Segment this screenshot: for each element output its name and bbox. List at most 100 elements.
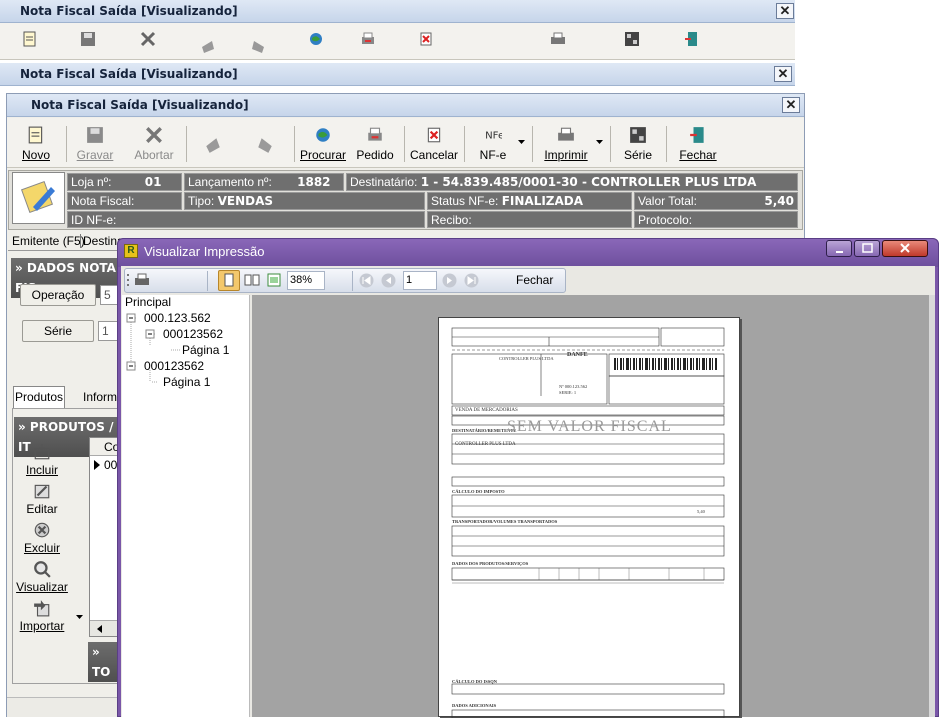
danfe-issqn-header: CÁLCULO DO ISSQN [452,679,498,684]
page-width-icon[interactable] [266,272,282,288]
tab-emitente[interactable]: Emitente (F5) [12,234,85,248]
nfe-label: NF-e [479,148,507,162]
imprimir-label: Imprimir [544,148,588,162]
print-icon[interactable] [134,272,150,288]
tab-produtos[interactable]: Produtos [13,386,65,408]
status-nfe-field: Status NF-e: FINALIZADA [427,192,632,210]
imprimir-button[interactable]: Imprimir [540,126,592,162]
pedido-button[interactable]: Pedido [352,126,398,162]
order-printer-icon [368,127,382,141]
back-window-1-close-button[interactable]: ✕ [776,3,794,19]
serie-button[interactable]: Série [618,126,658,162]
chevron-down-icon[interactable] [596,140,603,145]
last-page-icon[interactable] [464,273,479,288]
gravar-label: Gravar [76,148,114,162]
cancel-doc-icon[interactable] [418,31,434,47]
single-page-button[interactable] [218,270,240,291]
novo-label: Novo [21,148,50,162]
close-button[interactable] [882,240,928,257]
back-window-2-titlebar: Nota Fiscal Saída [Visualizando] [0,63,795,86]
excluir-button[interactable]: Excluir [10,521,74,555]
visualizar-button[interactable]: Visualizar [10,560,74,594]
danfe-page: DANFE Nº 000.123.562 SERIE: 1 CONTROLLER… [438,317,740,718]
abortar-label: Abortar [134,148,174,162]
nfe-dropdown-button[interactable]: NFe NF-e [472,126,514,162]
novo-button[interactable]: Novo [14,126,58,162]
first-page-icon[interactable] [359,273,374,288]
tree-root[interactable]: Principal [125,295,171,309]
order-printer-icon[interactable] [360,31,376,47]
toolbar-separator [294,126,295,162]
horizontal-scrollbar[interactable] [90,620,118,636]
new-document-icon[interactable] [22,31,38,47]
serie-field-button[interactable]: Série [22,320,94,342]
procurar-button[interactable]: Procurar [300,126,346,162]
exit-door-icon [690,127,704,143]
toolbar-separator [207,271,208,291]
delete-icon [34,522,50,538]
next-icon[interactable] [250,39,266,55]
incluir-button[interactable]: Incluir [10,443,74,477]
next-page-icon[interactable] [442,273,457,288]
magnifier-icon [34,561,51,578]
toolbar-separator [610,126,611,162]
svg-text:NFe: NFe [485,130,502,141]
protocolo-field: Protocolo: [634,211,798,228]
two-pages-icon[interactable] [244,272,260,288]
tree-node-2-leaf[interactable]: Página 1 [163,375,210,389]
search-globe-icon [316,128,330,142]
minimize-icon [836,251,843,253]
series-grid-icon[interactable] [624,31,640,47]
tree-node-1-leaf[interactable]: Página 1 [182,343,229,357]
maximize-button[interactable] [854,240,880,257]
preview-vertical-scrollbar[interactable] [929,295,935,717]
danfe-transportador-header: TRANSPORTADOR/VOLUMES TRANSPORTADOS [452,519,558,524]
tree-node-1[interactable]: 000.123.562 [144,311,211,325]
save-icon[interactable] [80,31,96,47]
printer-icon[interactable] [550,31,566,47]
toolbar-separator [532,126,533,162]
grip-icon [127,274,129,286]
search-globe-icon[interactable] [308,31,324,47]
operacao-button[interactable]: Operação [20,284,96,306]
back-window-2-close-button[interactable]: ✕ [774,66,792,82]
gravar-button[interactable]: Gravar [72,126,118,162]
toolbar-separator [352,271,353,291]
abortar-button[interactable]: Abortar [128,126,180,162]
previous-record-icon[interactable] [204,136,222,154]
recibo-field: Recibo: [427,211,632,228]
previous-icon[interactable] [200,39,216,55]
chevron-down-icon[interactable] [76,615,83,620]
importar-button[interactable]: Importar [10,599,74,633]
tree-node-2[interactable]: 000123562 [144,359,204,373]
previous-page-icon[interactable] [381,273,396,288]
printer-icon [558,127,574,141]
preview-toolbar [124,268,566,293]
fechar-button[interactable]: Fechar [676,126,720,162]
minimize-button[interactable] [826,240,852,257]
editar-button[interactable]: Editar [10,482,74,516]
table-row[interactable]: 00 [90,456,118,474]
page-number-field[interactable]: 1 [403,271,437,290]
exit-door-icon[interactable] [684,31,700,47]
preview-fechar-button[interactable]: Fechar [516,273,553,287]
back-window-1-titlebar: Nota Fiscal Saída [Visualizando] [0,0,795,23]
danfe-produtos-header: DADOS DOS PRODUTOS/SERVIÇOS [452,561,529,566]
id-nfe-field: ID NF-e: [67,211,425,228]
danfe-calculo-header: CÁLCULO DO IMPOSTO [452,489,505,494]
main-window-close-button[interactable]: ✕ [782,97,800,113]
procurar-label: Procurar [300,148,347,162]
new-document-icon [28,126,43,144]
lancamento-field: Lançamento nº: 1882 [184,173,344,191]
abort-icon[interactable] [140,31,156,47]
row-pointer-icon [94,460,100,470]
cancelar-button[interactable]: Cancelar [408,126,460,162]
zoom-field[interactable]: 38% [287,271,325,290]
add-row-icon [34,444,50,460]
chevron-down-icon[interactable] [518,140,525,145]
back-window-1-toolbar [0,23,795,60]
next-record-icon[interactable] [256,136,274,154]
toolbar-separator [464,126,465,162]
destinatario-field: Destinatário: 1 - 54.839.485/0001-30 - C… [346,173,798,191]
tree-node-1-child[interactable]: 000123562 [163,327,223,341]
